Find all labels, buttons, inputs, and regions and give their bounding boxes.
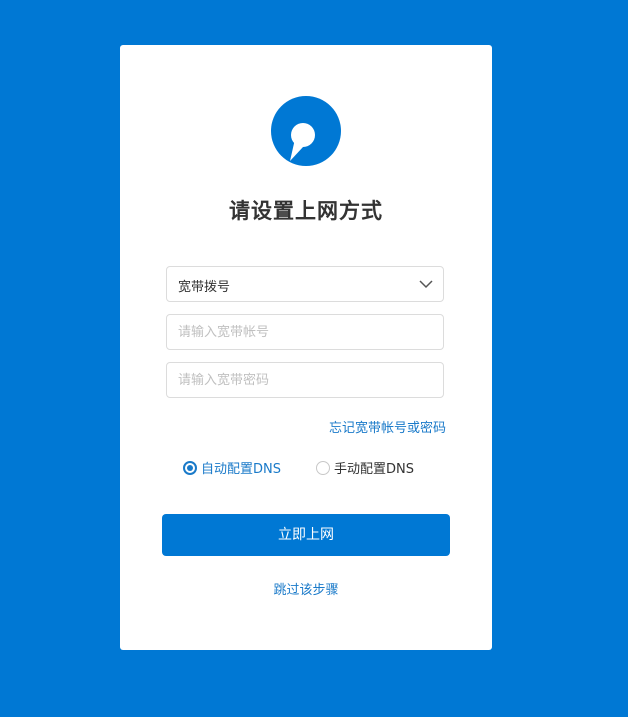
setup-card: 请设置上网方式 宽带拨号 忘记宽带帐号或密码 自动配置DNS 手动配置DNS 立…	[120, 45, 492, 650]
connection-type-select[interactable]: 宽带拨号	[166, 266, 444, 302]
radio-checked-icon	[183, 460, 197, 475]
skip-step-link[interactable]: 跳过该步骤	[120, 579, 492, 598]
account-field-wrapper	[166, 314, 444, 350]
dns-auto-radio[interactable]: 自动配置DNS	[183, 458, 281, 477]
brand-logo-icon	[271, 96, 341, 166]
chevron-down-icon	[419, 280, 433, 289]
broadband-password-input[interactable]	[167, 363, 443, 397]
broadband-account-input[interactable]	[167, 315, 443, 349]
page-title: 请设置上网方式	[229, 199, 383, 223]
connect-now-button[interactable]: 立即上网	[162, 514, 450, 556]
dns-auto-label: 自动配置DNS	[201, 462, 281, 477]
connection-type-value: 宽带拨号	[178, 280, 231, 295]
dns-manual-radio[interactable]: 手动配置DNS	[316, 458, 414, 477]
forgot-credentials-link[interactable]: 忘记宽带帐号或密码	[329, 417, 446, 436]
radio-unchecked-icon	[316, 460, 330, 475]
dns-manual-label: 手动配置DNS	[334, 462, 414, 477]
password-field-wrapper	[166, 362, 444, 398]
